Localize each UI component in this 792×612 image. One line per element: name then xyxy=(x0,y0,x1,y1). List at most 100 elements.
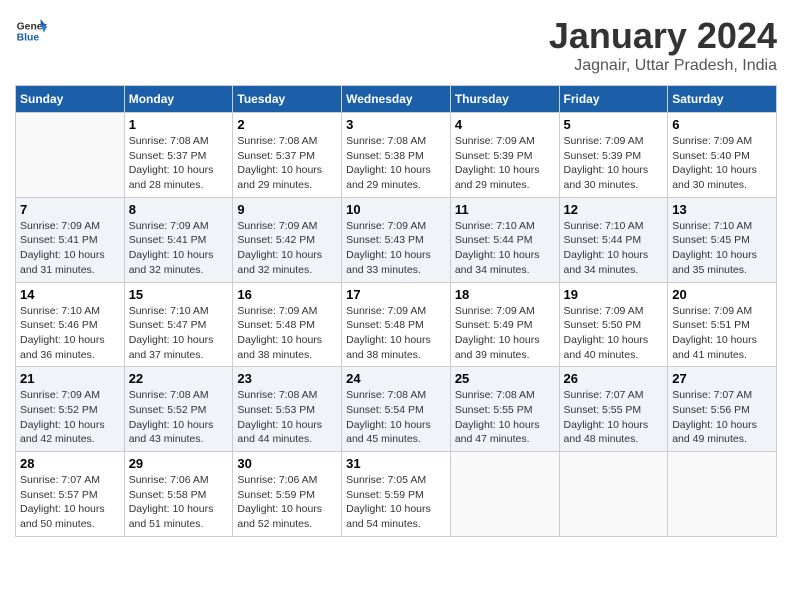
calendar-cell xyxy=(559,452,668,537)
calendar-cell: 1Sunrise: 7:08 AM Sunset: 5:37 PM Daylig… xyxy=(124,113,233,198)
day-number: 10 xyxy=(346,202,446,217)
calendar-cell: 20 Sunrise: 7:09 AM Sunset: 5:51 PM Dayli… xyxy=(668,282,777,367)
header-day-tuesday: Tuesday xyxy=(233,86,342,113)
header-row: SundayMondayTuesdayWednesdayThursdayFrid… xyxy=(16,86,777,113)
day-info: Sunrise: 7:08 AM Sunset: 5:53 PM Dayligh… xyxy=(237,388,337,447)
day-info: Sunrise: 7:05 AM Sunset: 5:59 PM Dayligh… xyxy=(346,473,446,532)
day-info: Sunrise: 7:10 AM Sunset: 5:44 PM Dayligh… xyxy=(564,219,664,278)
day-info: Sunrise: 7:08 AM Sunset: 5:55 PM Dayligh… xyxy=(455,388,555,447)
day-info: Sunrise: 7:09 AM Sunset: 5:50 PM Dayligh… xyxy=(564,304,664,363)
day-number: 25 xyxy=(455,371,555,386)
day-number: 26 xyxy=(564,371,664,386)
header-day-monday: Monday xyxy=(124,86,233,113)
day-number: 29 xyxy=(129,456,229,471)
day-info: Sunrise: 7:09 AM Sunset: 5:40 PM Dayligh… xyxy=(672,134,772,193)
day-info: Sunrise: 7:07 AM Sunset: 5:56 PM Dayligh… xyxy=(672,388,772,447)
calendar-cell: 19 Sunrise: 7:09 AM Sunset: 5:50 PM Dayli… xyxy=(559,282,668,367)
day-number: 13 xyxy=(672,202,772,217)
day-number: 28 xyxy=(20,456,120,471)
day-number: 19 xyxy=(564,287,664,302)
day-number: 4 xyxy=(455,117,555,132)
calendar-cell: 18 Sunrise: 7:09 AM Sunset: 5:49 PM Dayli… xyxy=(450,282,559,367)
day-number: 9 xyxy=(237,202,337,217)
title-block: January 2024 Jagnair, Uttar Pradesh, Ind… xyxy=(549,15,777,75)
day-number: 16 xyxy=(237,287,337,302)
calendar-cell: 31 Sunrise: 7:05 AM Sunset: 5:59 PM Dayli… xyxy=(342,452,451,537)
calendar-cell: 21Sunrise: 7:09 AM Sunset: 5:52 PM Dayli… xyxy=(16,367,125,452)
calendar-cell: 27 Sunrise: 7:07 AM Sunset: 5:56 PM Dayli… xyxy=(668,367,777,452)
day-info: Sunrise: 7:08 AM Sunset: 5:37 PM Dayligh… xyxy=(237,134,337,193)
day-number: 22 xyxy=(129,371,229,386)
day-info: Sunrise: 7:09 AM Sunset: 5:41 PM Dayligh… xyxy=(129,219,229,278)
month-title: January 2024 xyxy=(549,15,777,57)
calendar-cell: 5Sunrise: 7:09 AM Sunset: 5:39 PM Daylig… xyxy=(559,113,668,198)
calendar-cell: 22 Sunrise: 7:08 AM Sunset: 5:52 PM Dayli… xyxy=(124,367,233,452)
header-day-saturday: Saturday xyxy=(668,86,777,113)
day-info: Sunrise: 7:09 AM Sunset: 5:42 PM Dayligh… xyxy=(237,219,337,278)
calendar-cell: 6 Sunrise: 7:09 AM Sunset: 5:40 PM Daylig… xyxy=(668,113,777,198)
day-info: Sunrise: 7:09 AM Sunset: 5:48 PM Dayligh… xyxy=(237,304,337,363)
day-number: 7 xyxy=(20,202,120,217)
day-info: Sunrise: 7:10 AM Sunset: 5:44 PM Dayligh… xyxy=(455,219,555,278)
day-number: 2 xyxy=(237,117,337,132)
logo-icon: General Blue xyxy=(15,15,47,47)
day-info: Sunrise: 7:08 AM Sunset: 5:38 PM Dayligh… xyxy=(346,134,446,193)
day-number: 8 xyxy=(129,202,229,217)
header-day-wednesday: Wednesday xyxy=(342,86,451,113)
day-number: 14 xyxy=(20,287,120,302)
page-header: General Blue January 2024 Jagnair, Uttar… xyxy=(15,15,777,75)
day-number: 1 xyxy=(129,117,229,132)
calendar-cell xyxy=(450,452,559,537)
calendar-cell: 24Sunrise: 7:08 AM Sunset: 5:54 PM Dayli… xyxy=(342,367,451,452)
calendar-cell xyxy=(668,452,777,537)
day-info: Sunrise: 7:07 AM Sunset: 5:57 PM Dayligh… xyxy=(20,473,120,532)
day-info: Sunrise: 7:09 AM Sunset: 5:49 PM Dayligh… xyxy=(455,304,555,363)
calendar-week-4: 21Sunrise: 7:09 AM Sunset: 5:52 PM Dayli… xyxy=(16,367,777,452)
day-number: 11 xyxy=(455,202,555,217)
calendar-cell: 14Sunrise: 7:10 AM Sunset: 5:46 PM Dayli… xyxy=(16,282,125,367)
calendar-cell: 30 Sunrise: 7:06 AM Sunset: 5:59 PM Dayli… xyxy=(233,452,342,537)
day-info: Sunrise: 7:06 AM Sunset: 5:59 PM Dayligh… xyxy=(237,473,337,532)
calendar-body: 1 Sunrise: 7:08 AM Sunset: 5:37 PM Daylig… xyxy=(16,113,777,537)
day-number: 17 xyxy=(346,287,446,302)
calendar-cell: 3 Sunrise: 7:08 AM Sunset: 5:38 PM Daylig… xyxy=(342,113,451,198)
day-number: 23 xyxy=(237,371,337,386)
calendar-week-5: 28 Sunrise: 7:07 AM Sunset: 5:57 PM Dayli… xyxy=(16,452,777,537)
calendar-table: SundayMondayTuesdayWednesdayThursdayFrid… xyxy=(15,85,777,537)
header-day-sunday: Sunday xyxy=(16,86,125,113)
location-title: Jagnair, Uttar Pradesh, India xyxy=(549,57,777,75)
calendar-cell: 26 Sunrise: 7:07 AM Sunset: 5:55 PM Dayli… xyxy=(559,367,668,452)
day-info: Sunrise: 7:08 AM Sunset: 5:52 PM Dayligh… xyxy=(129,388,229,447)
day-number: 21 xyxy=(20,371,120,386)
day-info: Sunrise: 7:06 AM Sunset: 5:58 PM Dayligh… xyxy=(129,473,229,532)
calendar-cell: 8 Sunrise: 7:09 AM Sunset: 5:41 PM Daylig… xyxy=(124,197,233,282)
day-info: Sunrise: 7:10 AM Sunset: 5:45 PM Dayligh… xyxy=(672,219,772,278)
day-info: Sunrise: 7:10 AM Sunset: 5:47 PM Dayligh… xyxy=(129,304,229,363)
day-number: 31 xyxy=(346,456,446,471)
day-info: Sunrise: 7:09 AM Sunset: 5:41 PM Dayligh… xyxy=(20,219,120,278)
day-info: Sunrise: 7:07 AM Sunset: 5:55 PM Dayligh… xyxy=(564,388,664,447)
calendar-cell: 23 Sunrise: 7:08 AM Sunset: 5:53 PM Dayli… xyxy=(233,367,342,452)
calendar-cell: 4Sunrise: 7:09 AM Sunset: 5:39 PM Daylig… xyxy=(450,113,559,198)
calendar-cell: 25 Sunrise: 7:08 AM Sunset: 5:55 PM Dayli… xyxy=(450,367,559,452)
day-number: 20 xyxy=(672,287,772,302)
day-number: 6 xyxy=(672,117,772,132)
calendar-cell: 9 Sunrise: 7:09 AM Sunset: 5:42 PM Daylig… xyxy=(233,197,342,282)
calendar-cell: 10Sunrise: 7:09 AM Sunset: 5:43 PM Dayli… xyxy=(342,197,451,282)
day-number: 27 xyxy=(672,371,772,386)
header-day-friday: Friday xyxy=(559,86,668,113)
calendar-week-3: 14Sunrise: 7:10 AM Sunset: 5:46 PM Dayli… xyxy=(16,282,777,367)
calendar-cell: 7 Sunrise: 7:09 AM Sunset: 5:41 PM Daylig… xyxy=(16,197,125,282)
calendar-cell xyxy=(16,113,125,198)
day-number: 18 xyxy=(455,287,555,302)
day-number: 30 xyxy=(237,456,337,471)
calendar-cell: 28 Sunrise: 7:07 AM Sunset: 5:57 PM Dayli… xyxy=(16,452,125,537)
calendar-cell: 15 Sunrise: 7:10 AM Sunset: 5:47 PM Dayli… xyxy=(124,282,233,367)
day-info: Sunrise: 7:08 AM Sunset: 5:54 PM Dayligh… xyxy=(346,388,446,447)
day-number: 3 xyxy=(346,117,446,132)
calendar-cell: 29 Sunrise: 7:06 AM Sunset: 5:58 PM Dayli… xyxy=(124,452,233,537)
calendar-cell: 13 Sunrise: 7:10 AM Sunset: 5:45 PM Dayli… xyxy=(668,197,777,282)
calendar-header: SundayMondayTuesdayWednesdayThursdayFrid… xyxy=(16,86,777,113)
day-info: Sunrise: 7:09 AM Sunset: 5:51 PM Dayligh… xyxy=(672,304,772,363)
day-number: 15 xyxy=(129,287,229,302)
